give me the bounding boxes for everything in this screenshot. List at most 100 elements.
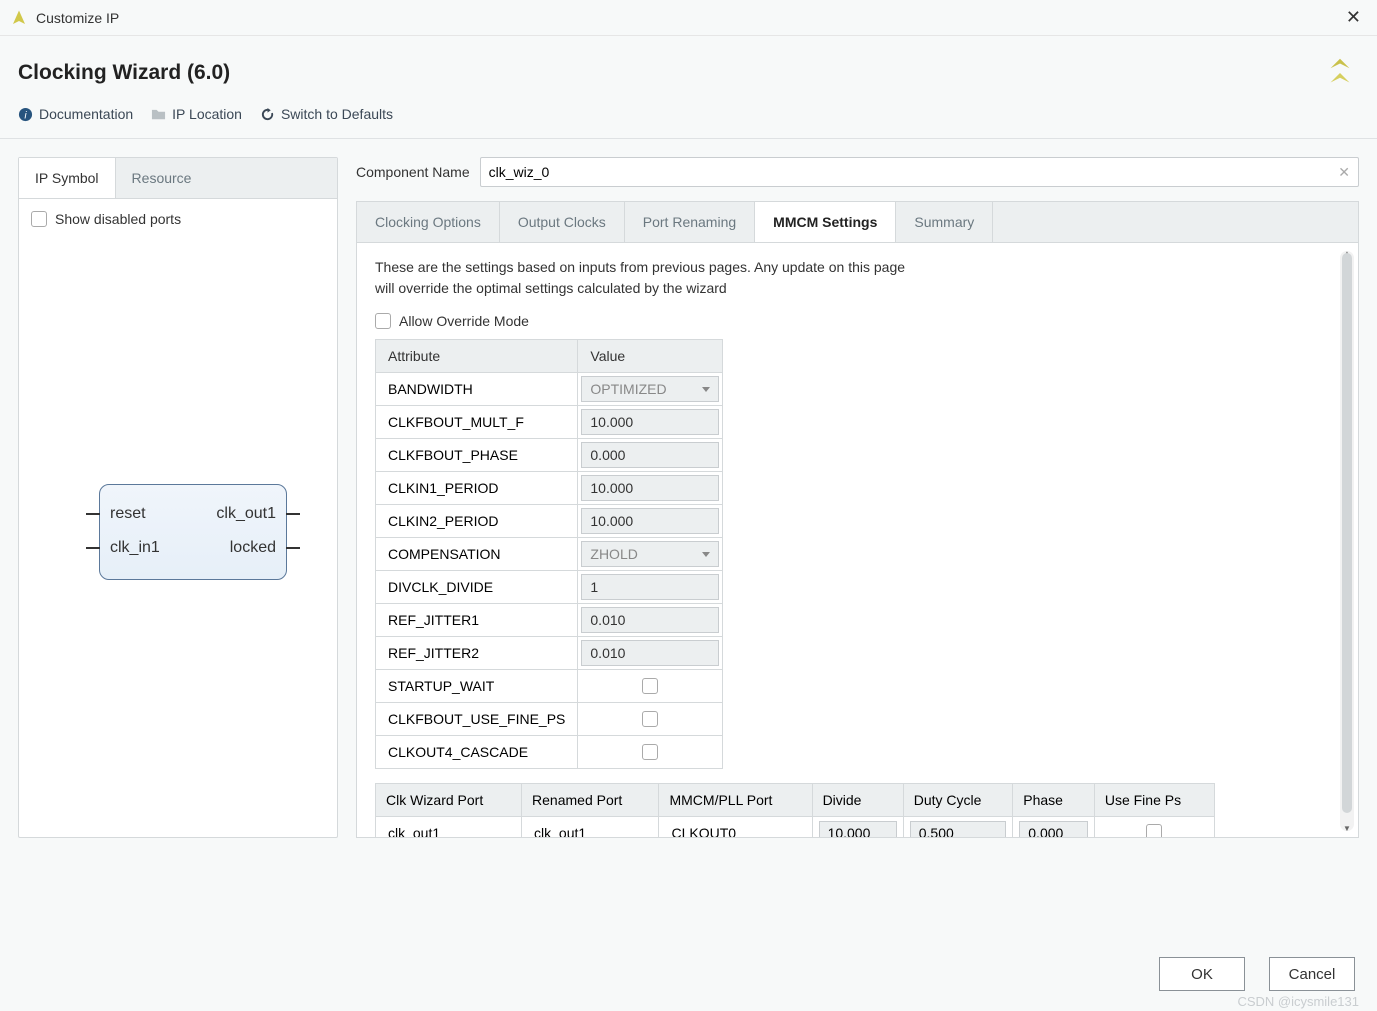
show-disabled-ports-checkbox[interactable]: Show disabled ports <box>31 211 325 227</box>
watermark: CSDN @icysmile131 <box>1237 994 1359 1009</box>
port-input[interactable]: 0.000 <box>1019 821 1088 838</box>
chevron-down-icon <box>702 552 710 557</box>
attr-row: DIVCLK_DIVIDE1 <box>376 571 723 604</box>
description-line2: will override the optimal settings calcu… <box>375 278 1340 299</box>
window-title: Customize IP <box>36 10 1340 26</box>
port-text: CLKOUT0 <box>665 821 805 838</box>
tab-output-clocks[interactable]: Output Clocks <box>500 202 625 242</box>
port-header: MMCM/PLL Port <box>659 784 812 817</box>
port-cell: clk_out1 <box>376 817 522 839</box>
attr-row: COMPENSATIONZHOLD <box>376 538 723 571</box>
attr-name: STARTUP_WAIT <box>376 670 578 703</box>
attr-value-cell: 10.000 <box>578 505 723 538</box>
left-tabs: IP Symbol Resource <box>19 158 337 199</box>
attr-row: STARTUP_WAIT <box>376 670 723 703</box>
attr-checkbox[interactable] <box>581 739 719 765</box>
switch-defaults-label: Switch to Defaults <box>281 106 393 122</box>
port-input[interactable]: 0.500 <box>910 821 1007 838</box>
documentation-label: Documentation <box>39 106 133 122</box>
scrollbar[interactable]: ▲ ▼ <box>1340 251 1354 831</box>
port-header: Duty Cycle <box>903 784 1013 817</box>
port-header: Use Fine Ps <box>1094 784 1214 817</box>
attr-input[interactable]: 10.000 <box>581 409 719 435</box>
attr-row: CLKIN1_PERIOD10.000 <box>376 472 723 505</box>
port-text: clk_out1 <box>382 821 515 838</box>
tab-mmcm-settings[interactable]: MMCM Settings <box>755 202 896 242</box>
attr-select[interactable]: ZHOLD <box>581 541 719 567</box>
allow-override-checkbox[interactable]: Allow Override Mode <box>375 313 1340 329</box>
cancel-button[interactable]: Cancel <box>1269 957 1355 991</box>
port-line-reset <box>86 513 100 515</box>
port-cell <box>1094 817 1214 839</box>
app-logo-icon <box>10 9 28 27</box>
use-fine-ps-checkbox[interactable] <box>1146 824 1162 839</box>
attr-select[interactable]: OPTIMIZED <box>581 376 719 402</box>
attr-name: CLKIN1_PERIOD <box>376 472 578 505</box>
attr-name: CLKOUT4_CASCADE <box>376 736 578 769</box>
port-cell: clk_out1 <box>522 817 659 839</box>
folder-icon <box>151 107 166 122</box>
description-line1: These are the settings based on inputs f… <box>375 257 1340 278</box>
chevron-down-icon <box>702 387 710 392</box>
attr-input[interactable]: 0.010 <box>581 640 719 666</box>
footer-buttons: OK Cancel <box>1159 957 1355 991</box>
tab-summary[interactable]: Summary <box>896 202 993 242</box>
port-header: Divide <box>812 784 903 817</box>
tab-clocking-options[interactable]: Clocking Options <box>357 202 500 242</box>
port-input[interactable]: 10.000 <box>819 821 897 838</box>
clear-input-icon[interactable]: ✕ <box>1338 164 1350 181</box>
attr-value-cell: 1 <box>578 571 723 604</box>
attr-row: CLKFBOUT_PHASE0.000 <box>376 439 723 472</box>
scroll-down-icon[interactable]: ▼ <box>1343 824 1351 833</box>
attr-value-cell: 0.000 <box>578 439 723 472</box>
ip-location-link[interactable]: IP Location <box>151 106 242 122</box>
attr-value-cell <box>578 670 723 703</box>
port-line-locked <box>286 547 300 549</box>
close-icon[interactable]: ✕ <box>1340 7 1367 28</box>
attr-input[interactable]: 10.000 <box>581 475 719 501</box>
right-panel: Component Name clk_wiz_0 ✕ Clocking Opti… <box>356 157 1359 838</box>
port-locked: locked <box>230 539 276 557</box>
port-cell: 10.000 <box>812 817 903 839</box>
info-icon: i <box>18 107 33 122</box>
port-line-clk-in1 <box>86 547 100 549</box>
left-body: Show disabled ports reset clk_in1 clk_ou… <box>19 199 337 809</box>
attr-input[interactable]: 0.000 <box>581 442 719 468</box>
toolbar: i Documentation IP Location Switch to De… <box>0 92 1377 139</box>
ok-button[interactable]: OK <box>1159 957 1245 991</box>
attr-name: REF_JITTER1 <box>376 604 578 637</box>
port-clk-out1: clk_out1 <box>216 505 276 523</box>
tab-ip-symbol[interactable]: IP Symbol <box>19 158 116 198</box>
attr-name: DIVCLK_DIVIDE <box>376 571 578 604</box>
attr-row: REF_JITTER20.010 <box>376 637 723 670</box>
component-name-row: Component Name clk_wiz_0 ✕ <box>356 157 1359 187</box>
attr-value-cell <box>578 703 723 736</box>
attr-value-cell <box>578 736 723 769</box>
component-name-input[interactable]: clk_wiz_0 ✕ <box>480 157 1359 187</box>
port-header: Clk Wizard Port <box>376 784 522 817</box>
attr-input[interactable]: 0.010 <box>581 607 719 633</box>
attr-input[interactable]: 1 <box>581 574 719 600</box>
refresh-icon <box>260 107 275 122</box>
tab-port-renaming[interactable]: Port Renaming <box>625 202 755 242</box>
component-name-value: clk_wiz_0 <box>489 164 550 180</box>
port-cell: 0.500 <box>903 817 1013 839</box>
scroll-thumb[interactable] <box>1342 253 1352 813</box>
tab-resource[interactable]: Resource <box>116 158 208 198</box>
vendor-logo-icon <box>1321 54 1359 92</box>
attr-checkbox[interactable] <box>581 673 719 699</box>
ports-table: Clk Wizard PortRenamed PortMMCM/PLL Port… <box>375 783 1215 838</box>
attr-value-cell: OPTIMIZED <box>578 373 723 406</box>
attr-row: REF_JITTER10.010 <box>376 604 723 637</box>
switch-defaults-link[interactable]: Switch to Defaults <box>260 106 393 122</box>
component-name-label: Component Name <box>356 164 470 180</box>
attr-row: BANDWIDTHOPTIMIZED <box>376 373 723 406</box>
ip-location-label: IP Location <box>172 106 242 122</box>
checkbox-icon <box>31 211 47 227</box>
attr-value-cell: 10.000 <box>578 472 723 505</box>
attr-input[interactable]: 10.000 <box>581 508 719 534</box>
attr-row: CLKIN2_PERIOD10.000 <box>376 505 723 538</box>
documentation-link[interactable]: i Documentation <box>18 106 133 122</box>
port-clk-in1: clk_in1 <box>110 539 160 557</box>
attr-checkbox[interactable] <box>581 706 719 732</box>
